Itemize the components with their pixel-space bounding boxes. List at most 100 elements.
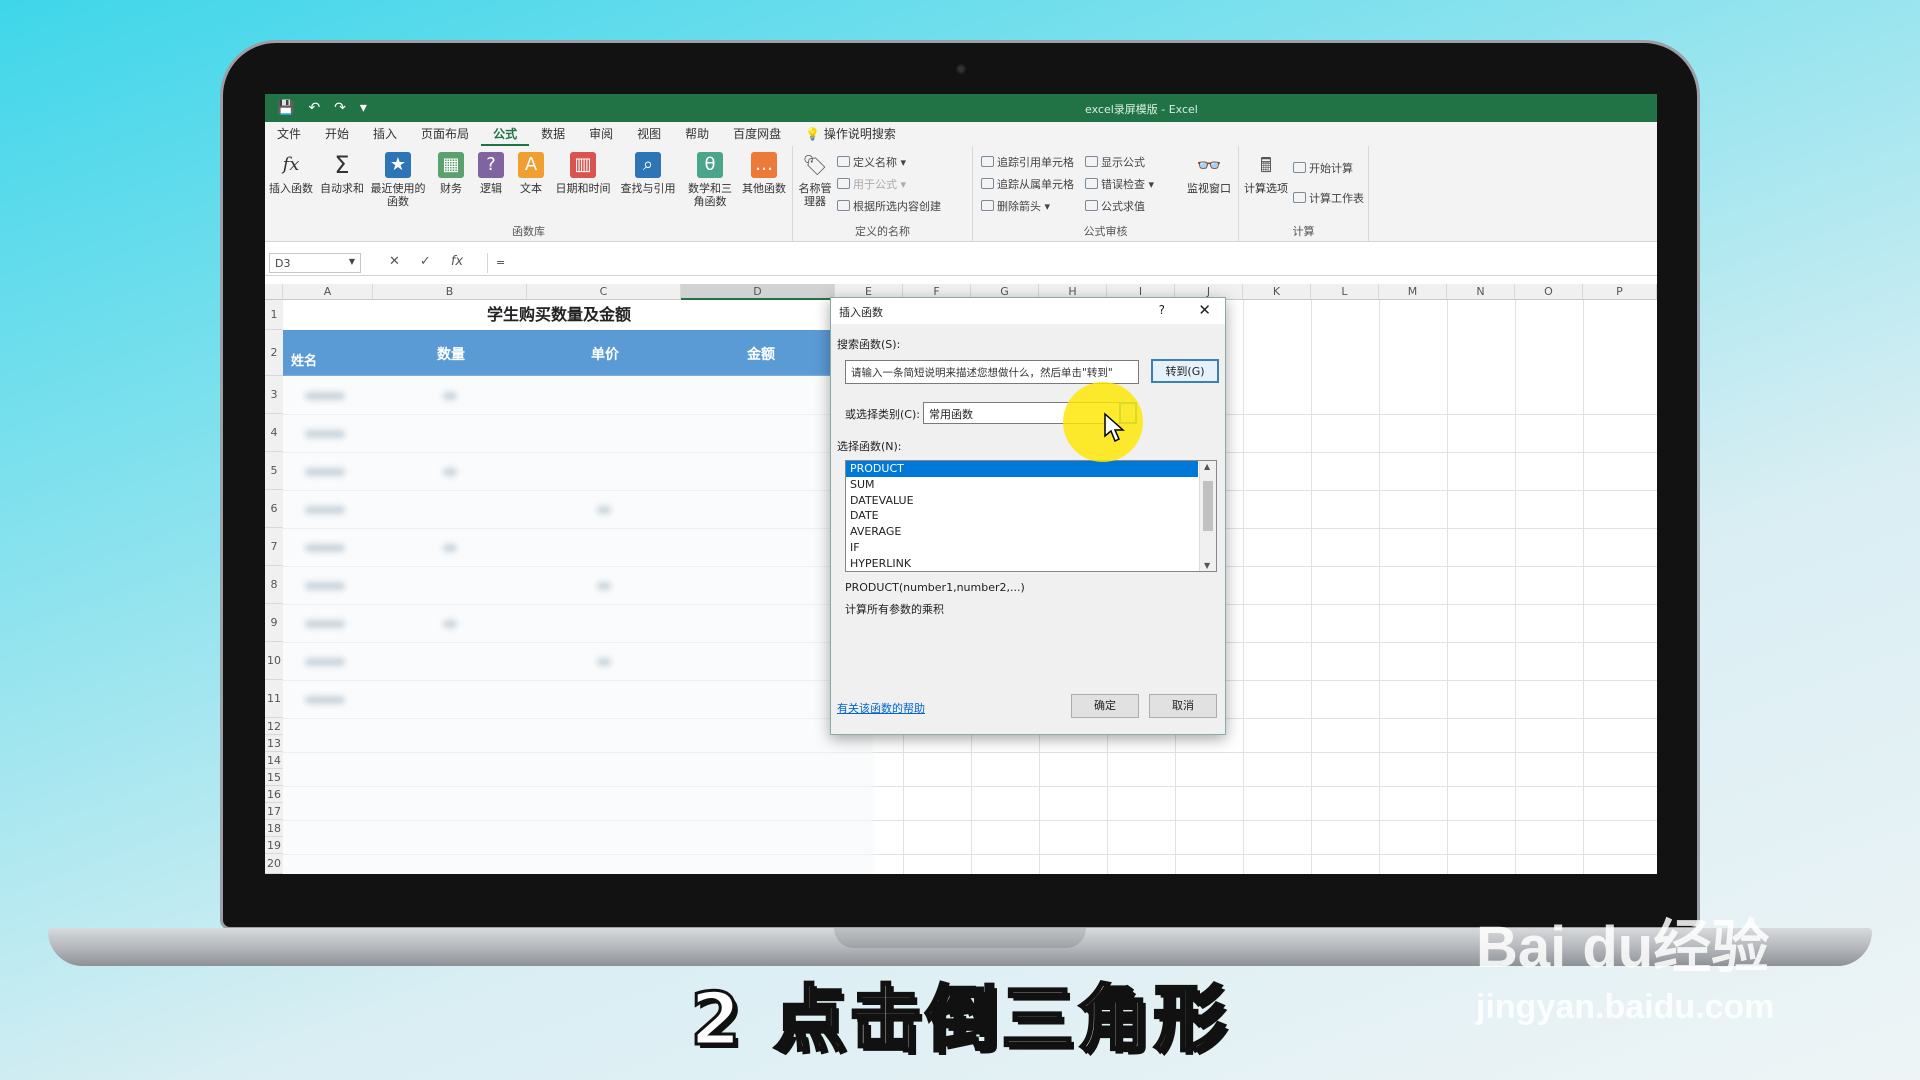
row-header-18[interactable]: 18 [265, 820, 283, 837]
function-item-if[interactable]: IF [846, 540, 1216, 556]
row-header-3[interactable]: 3 [265, 376, 283, 414]
row-header-12[interactable]: 12 [265, 718, 283, 735]
redo-icon[interactable]: ↷ [334, 100, 346, 116]
calculation-options-button[interactable]: 🖩 计算选项 [1243, 152, 1289, 195]
row-header-15[interactable]: 15 [265, 769, 283, 786]
go-button[interactable]: 转到(G) [1151, 359, 1219, 383]
ok-button[interactable]: 确定 [1071, 694, 1139, 718]
more-functions-button[interactable]: … 其他函数 [739, 152, 789, 195]
row-header-19[interactable]: 19 [265, 837, 283, 854]
select-all-corner[interactable] [265, 284, 283, 300]
tab-data[interactable]: 数据 [529, 122, 577, 146]
column-header-k[interactable]: K [1243, 284, 1311, 300]
row-header-2[interactable]: 2 [265, 330, 283, 376]
function-item-date[interactable]: DATE [846, 508, 1216, 524]
name-box[interactable]: D3 ▼ [269, 253, 361, 273]
table-header-row: 姓名 数量 单价 金额 [283, 330, 835, 376]
math-trig-button[interactable]: θ 数学和三角函数 [683, 152, 737, 208]
column-header-c[interactable]: C [527, 284, 681, 300]
date-time-button[interactable]: ▥ 日期和时间 [553, 152, 613, 195]
evaluate-formula-button[interactable]: 公式求值 [1085, 198, 1145, 214]
help-icon[interactable]: ? [1159, 303, 1165, 317]
row-header-11[interactable]: 11 [265, 680, 283, 718]
row-header-5[interactable]: 5 [265, 452, 283, 490]
show-formulas-button[interactable]: 显示公式 [1085, 154, 1145, 170]
function-item-sum[interactable]: SUM [846, 477, 1216, 493]
function-item-datevalue[interactable]: DATEVALUE [846, 493, 1216, 509]
customize-qat-icon[interactable]: ▾ [360, 100, 367, 116]
cancel-icon[interactable]: ✕ [389, 254, 400, 269]
row-header-7[interactable]: 7 [265, 528, 283, 566]
calculate-now-button[interactable]: 开始计算 [1293, 160, 1353, 176]
row-header-9[interactable]: 9 [265, 604, 283, 642]
column-header-m[interactable]: M [1379, 284, 1447, 300]
tab-home[interactable]: 开始 [313, 122, 361, 146]
row-header-17[interactable]: 17 [265, 803, 283, 820]
column-header-b[interactable]: B [373, 284, 527, 300]
row-header-1[interactable]: 1 [265, 300, 283, 330]
column-header-l[interactable]: L [1311, 284, 1379, 300]
column-header-a[interactable]: A [283, 284, 373, 300]
tab-view[interactable]: 视图 [625, 122, 673, 146]
scroll-thumb[interactable] [1203, 481, 1213, 531]
blurred-cell [305, 544, 345, 552]
blurred-cell [305, 506, 345, 514]
watch-window-button[interactable]: 👓 监视窗口 [1183, 152, 1235, 195]
column-header-d[interactable]: D [681, 284, 835, 300]
row-header-8[interactable]: 8 [265, 566, 283, 604]
chevron-down-icon[interactable]: ▼ [349, 257, 355, 266]
tab-formulas[interactable]: 公式 [481, 122, 530, 146]
formula-input[interactable]: = [487, 253, 1647, 273]
trace-dependents-button[interactable]: 追踪从属单元格 [981, 176, 1074, 192]
row-header-13[interactable]: 13 [265, 735, 283, 752]
row-header-20[interactable]: 20 [265, 854, 283, 874]
create-from-selection-button[interactable]: 根据所选内容创建 [837, 198, 941, 214]
tab-page-layout[interactable]: 页面布局 [409, 122, 481, 146]
more-functions-icon: … [751, 152, 777, 178]
calculate-sheet-button[interactable]: 计算工作表 [1293, 190, 1364, 206]
undo-icon[interactable]: ↶ [308, 100, 320, 116]
remove-arrows-button[interactable]: 删除箭头 ▾ [981, 198, 1050, 214]
function-item-average[interactable]: AVERAGE [846, 524, 1216, 540]
function-list-scrollbar[interactable]: ▲ ▼ [1199, 461, 1216, 571]
row-header-14[interactable]: 14 [265, 752, 283, 769]
text-button[interactable]: A 文本 [513, 152, 549, 195]
lookup-reference-button[interactable]: ⌕ 查找与引用 [617, 152, 679, 195]
function-list[interactable]: PRODUCT SUM DATEVALUE DATE AVERAGE IF HY… [845, 460, 1217, 572]
function-item-hyperlink[interactable]: HYPERLINK [846, 556, 1216, 571]
tab-baidu-netdisk[interactable]: 百度网盘 [721, 122, 793, 146]
column-header-p[interactable]: P [1583, 284, 1657, 300]
row-header-16[interactable]: 16 [265, 786, 283, 803]
trace-precedents-button[interactable]: 追踪引用单元格 [981, 154, 1074, 170]
scroll-up-icon[interactable]: ▲ [1204, 462, 1210, 471]
error-checking-button[interactable]: 错误检查 ▾ [1085, 176, 1154, 192]
tell-me-search[interactable]: 💡 操作说明搜索 [793, 122, 908, 146]
autosum-button[interactable]: Σ 自动求和 [319, 152, 365, 195]
insert-function-icon[interactable]: fx [451, 254, 463, 269]
column-header-o[interactable]: O [1515, 284, 1583, 300]
row-header-10[interactable]: 10 [265, 642, 283, 680]
name-manager-button[interactable]: 🏷 名称管理器 [797, 152, 833, 208]
insert-function-button[interactable]: fx 插入函数 [267, 152, 315, 195]
define-name-button[interactable]: 定义名称 ▾ [837, 154, 906, 170]
scroll-down-icon[interactable]: ▼ [1204, 561, 1210, 570]
watch-window-label: 监视窗口 [1187, 182, 1231, 195]
logical-button[interactable]: ? 逻辑 [473, 152, 509, 195]
tab-insert[interactable]: 插入 [361, 122, 409, 146]
tab-help[interactable]: 帮助 [673, 122, 721, 146]
tab-review[interactable]: 审阅 [577, 122, 625, 146]
recently-used-button[interactable]: ★ 最近使用的函数 [369, 152, 427, 208]
row-header-4[interactable]: 4 [265, 414, 283, 452]
function-help-link[interactable]: 有关该函数的帮助 [837, 700, 925, 716]
use-in-formula-button[interactable]: 用于公式 ▾ [837, 176, 906, 192]
enter-icon[interactable]: ✓ [420, 254, 431, 269]
row-header-6[interactable]: 6 [265, 490, 283, 528]
cancel-button[interactable]: 取消 [1149, 694, 1217, 718]
save-icon[interactable]: 💾 [277, 100, 294, 116]
tab-file[interactable]: 文件 [265, 122, 313, 146]
financial-button[interactable]: ▦ 财务 [433, 152, 469, 195]
close-icon[interactable]: ✕ [1198, 301, 1211, 319]
function-item-product[interactable]: PRODUCT [846, 461, 1198, 477]
column-header-n[interactable]: N [1447, 284, 1515, 300]
search-function-input[interactable]: 请输入一条简短说明来描述您想做什么，然后单击"转到" [845, 360, 1139, 384]
